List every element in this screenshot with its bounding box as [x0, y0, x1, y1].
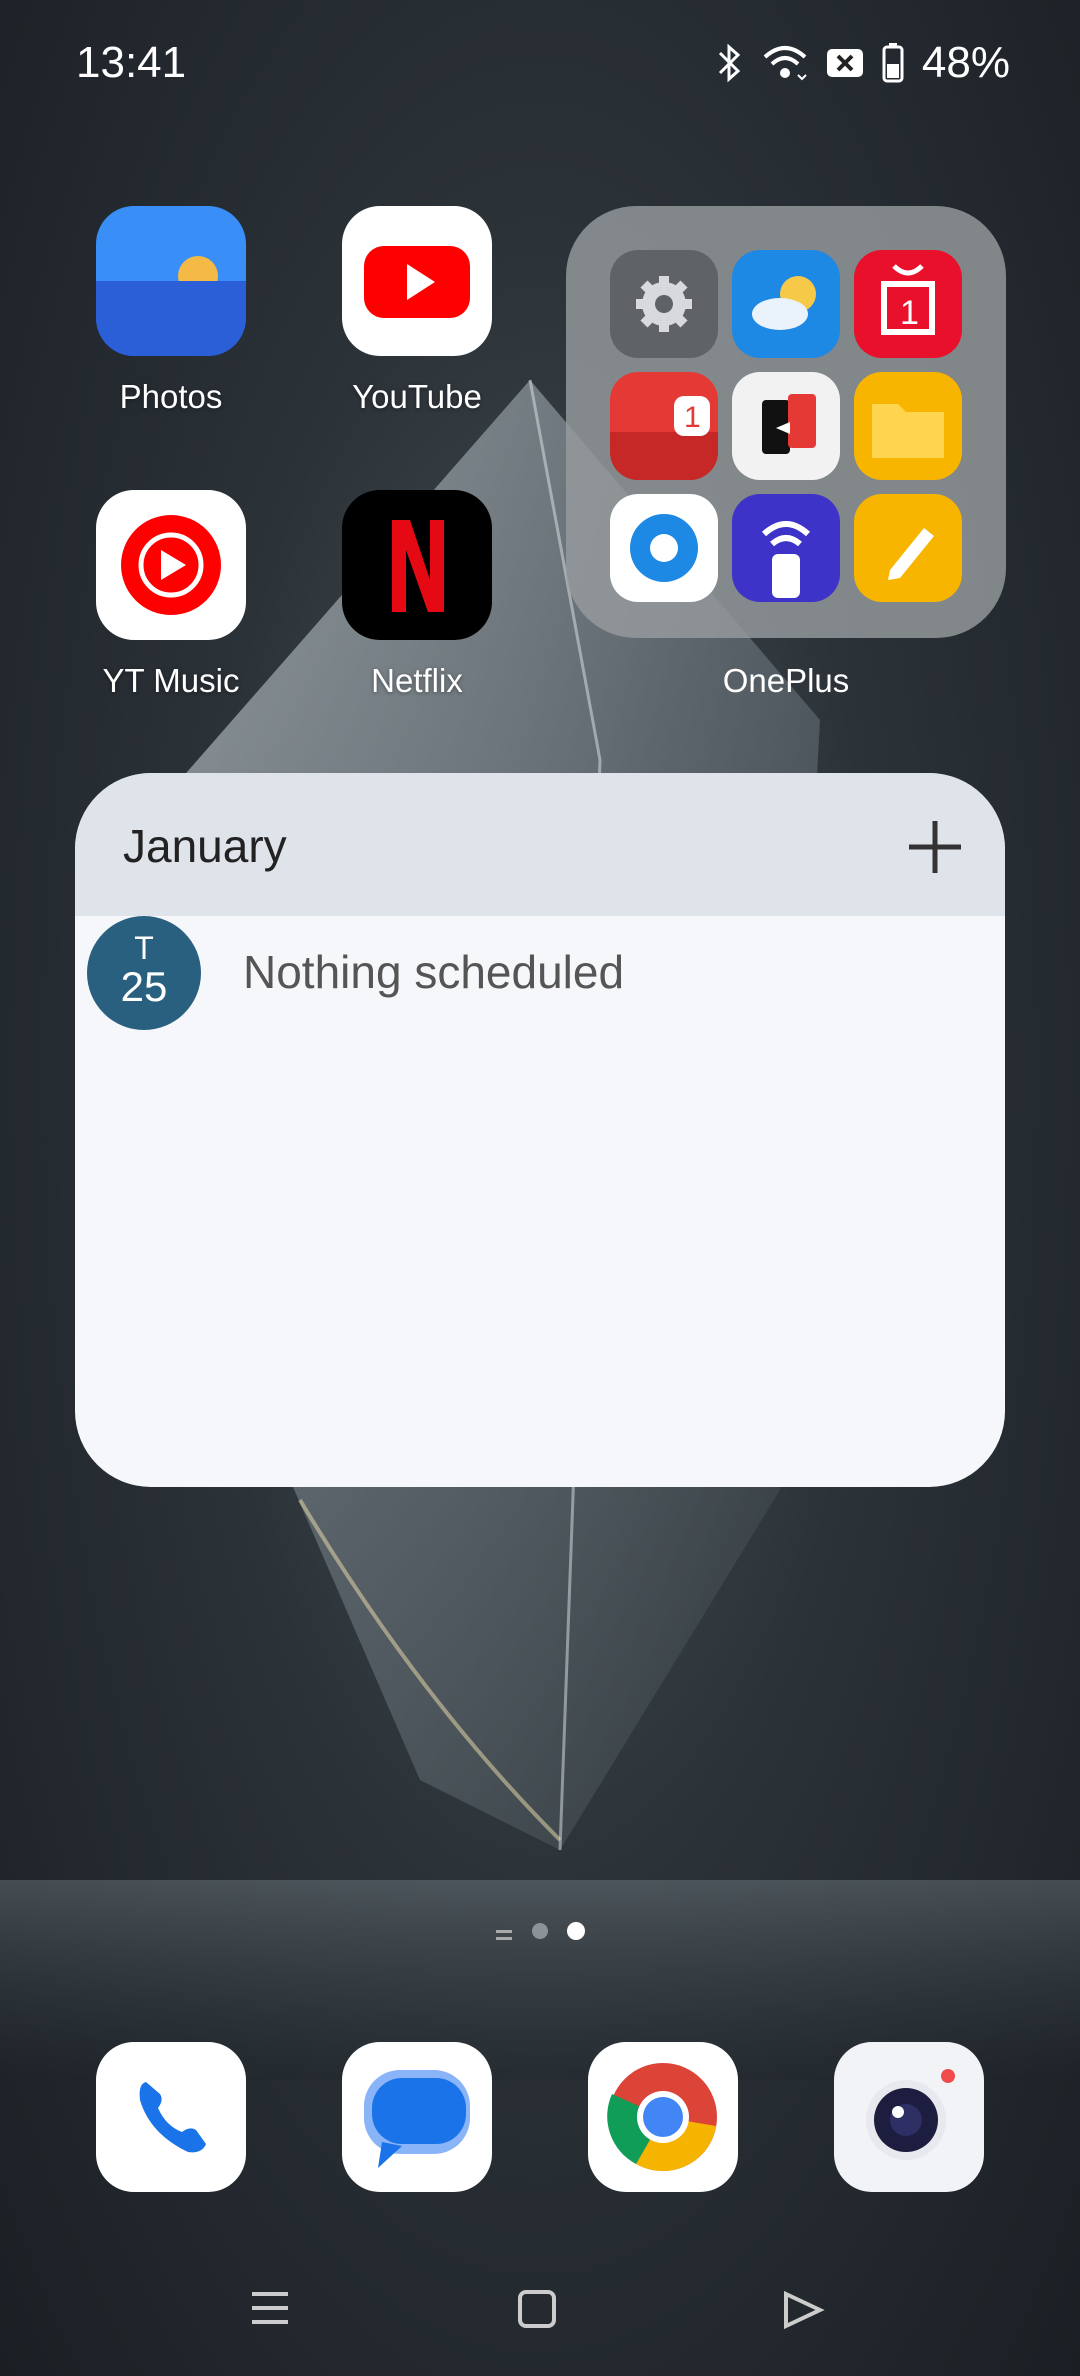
yt-music-icon: [96, 490, 246, 640]
folder-oneplus[interactable]: 1 1: [566, 206, 1006, 638]
app-label: YT Music: [102, 662, 240, 699]
app-label: Netflix: [371, 662, 463, 699]
day-letter: T: [134, 930, 154, 966]
app-yt-music[interactable]: YT Music: [96, 490, 246, 700]
photos-icon: [96, 206, 246, 356]
widget-month: January: [123, 820, 287, 872]
page-dot-active: [567, 1922, 585, 1940]
remote-icon: [732, 494, 840, 602]
status-bar: 13:41 48%: [0, 0, 1080, 130]
wifi-icon: [763, 46, 807, 81]
chrome-icon: [588, 2042, 738, 2192]
notes-icon: [854, 494, 962, 602]
svg-text:1: 1: [900, 294, 919, 332]
dock-phone[interactable]: [96, 2042, 246, 2192]
oneplus-community-icon: 1: [854, 250, 962, 358]
back-button[interactable]: [784, 2290, 825, 2330]
day-number: 25: [120, 963, 168, 1010]
no-sim-icon: [826, 49, 863, 77]
youtube-icon: [342, 206, 492, 356]
dock-chrome[interactable]: [588, 2042, 738, 2192]
weather-icon: [732, 250, 840, 358]
phone-icon: [96, 2042, 246, 2192]
battery-percent: 48%: [921, 38, 1010, 87]
clock: 13:41: [76, 38, 187, 87]
app-netflix[interactable]: Netflix: [342, 490, 492, 700]
netflix-icon: [342, 490, 492, 640]
dock-messages[interactable]: [342, 2042, 492, 2192]
battery-icon: [882, 43, 904, 83]
browser-icon: [610, 494, 718, 602]
page-indicator[interactable]: [0, 1921, 1080, 1956]
messages-icon: [342, 2042, 492, 2192]
add-event-icon[interactable]: [905, 817, 965, 877]
app-youtube[interactable]: YouTube: [342, 206, 492, 416]
settings-icon: [610, 250, 718, 358]
bluetooth-icon: [718, 43, 741, 83]
folder-label: OnePlus: [722, 662, 850, 699]
home-button[interactable]: [518, 2290, 556, 2328]
svg-text:1: 1: [684, 401, 701, 434]
file-manager-icon: [854, 372, 962, 480]
page-dot: [532, 1923, 548, 1939]
app-label: YouTube: [352, 378, 482, 415]
home-list-indicator: [496, 1930, 512, 1933]
app-photos[interactable]: Photos: [96, 206, 246, 416]
messages-notify-icon: 1: [610, 372, 718, 480]
navigation-bar: [0, 2280, 1080, 2340]
widget-header: January: [75, 773, 1005, 916]
recents-button[interactable]: [252, 2292, 288, 2324]
date-badge: T 25: [87, 916, 201, 1030]
camera-icon: [834, 2042, 984, 2192]
clone-phone-icon: [732, 372, 840, 480]
empty-schedule-text: Nothing scheduled: [243, 946, 625, 998]
calendar-widget[interactable]: January T 25 Nothing scheduled: [75, 773, 1005, 1487]
app-label: Photos: [119, 378, 223, 415]
dock-camera[interactable]: [834, 2042, 984, 2192]
